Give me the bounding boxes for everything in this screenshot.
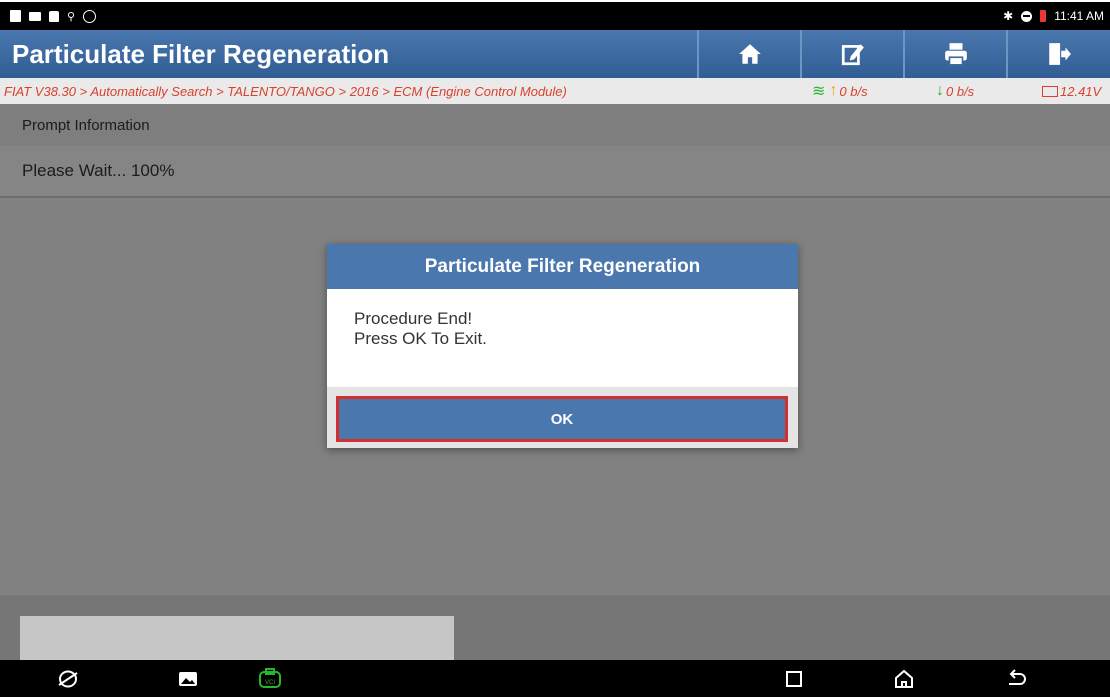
voltage-readout: 12.41V — [1042, 84, 1101, 99]
svg-text:VCI: VCI — [265, 680, 275, 686]
gallery-icon[interactable] — [176, 667, 200, 691]
upload-rate: ≋ ↑ 0 b/s — [812, 81, 936, 101]
app-header: Particulate Filter Regeneration — [0, 30, 1110, 78]
status-bar: ⚲ ✱ 11:41 AM — [0, 2, 1110, 30]
clock: 11:41 AM — [1054, 9, 1104, 23]
home-nav-icon[interactable] — [892, 667, 916, 691]
navigation-bar: VCI — [0, 660, 1110, 697]
dialog-title: Particulate Filter Regeneration — [327, 244, 798, 289]
bag-icon — [49, 10, 59, 22]
breadcrumb: FIAT V38.30 > Automatically Search > TAL… — [4, 83, 567, 99]
home-icon — [738, 44, 761, 64]
image-icon — [29, 11, 41, 21]
download-rate: ↓ 0 b/s — [936, 82, 1042, 100]
browser-icon[interactable] — [56, 667, 80, 691]
usb-icon: ⚲ — [67, 10, 76, 23]
car-battery-icon — [1042, 85, 1058, 97]
dialog-line-1: Procedure End! — [354, 309, 473, 328]
accessibility-icon — [83, 9, 97, 23]
edit-icon — [841, 44, 864, 66]
battery-alert-icon — [10, 10, 21, 22]
ok-button[interactable]: OK — [336, 396, 788, 442]
breadcrumb-bar: FIAT V38.30 > Automatically Search > TAL… — [0, 78, 1110, 104]
battery-low-icon — [1040, 10, 1047, 22]
dialog-message: Procedure End! Press OK To Exit. — [327, 289, 798, 387]
download-arrow-icon: ↓ — [936, 82, 944, 99]
print-button[interactable] — [903, 30, 1006, 78]
bottom-input-area — [20, 616, 454, 660]
back-icon[interactable] — [1004, 667, 1028, 691]
voltage-value: 12.41V — [1060, 83, 1102, 99]
vci-icon[interactable]: VCI — [256, 667, 284, 691]
print-icon — [944, 43, 967, 66]
download-value: 0 b/s — [946, 83, 975, 99]
dialog-line-2: Press OK To Exit. — [354, 329, 487, 348]
upload-arrow-icon: ↑ — [829, 82, 838, 99]
bluetooth-icon: ✱ — [1003, 9, 1014, 23]
home-button[interactable] — [697, 30, 800, 78]
edit-button[interactable] — [800, 30, 903, 78]
wifi-icon: ≋ — [812, 83, 826, 100]
exit-icon — [1048, 43, 1071, 65]
recents-icon[interactable] — [782, 667, 806, 691]
confirm-dialog: Particulate Filter Regeneration Procedur… — [327, 244, 798, 448]
upload-value: 0 b/s — [839, 83, 868, 99]
page-title: Particulate Filter Regeneration — [12, 38, 390, 69]
dialog-footer: OK — [327, 387, 798, 448]
exit-button[interactable] — [1006, 30, 1109, 78]
do-not-disturb-icon — [1021, 10, 1033, 22]
